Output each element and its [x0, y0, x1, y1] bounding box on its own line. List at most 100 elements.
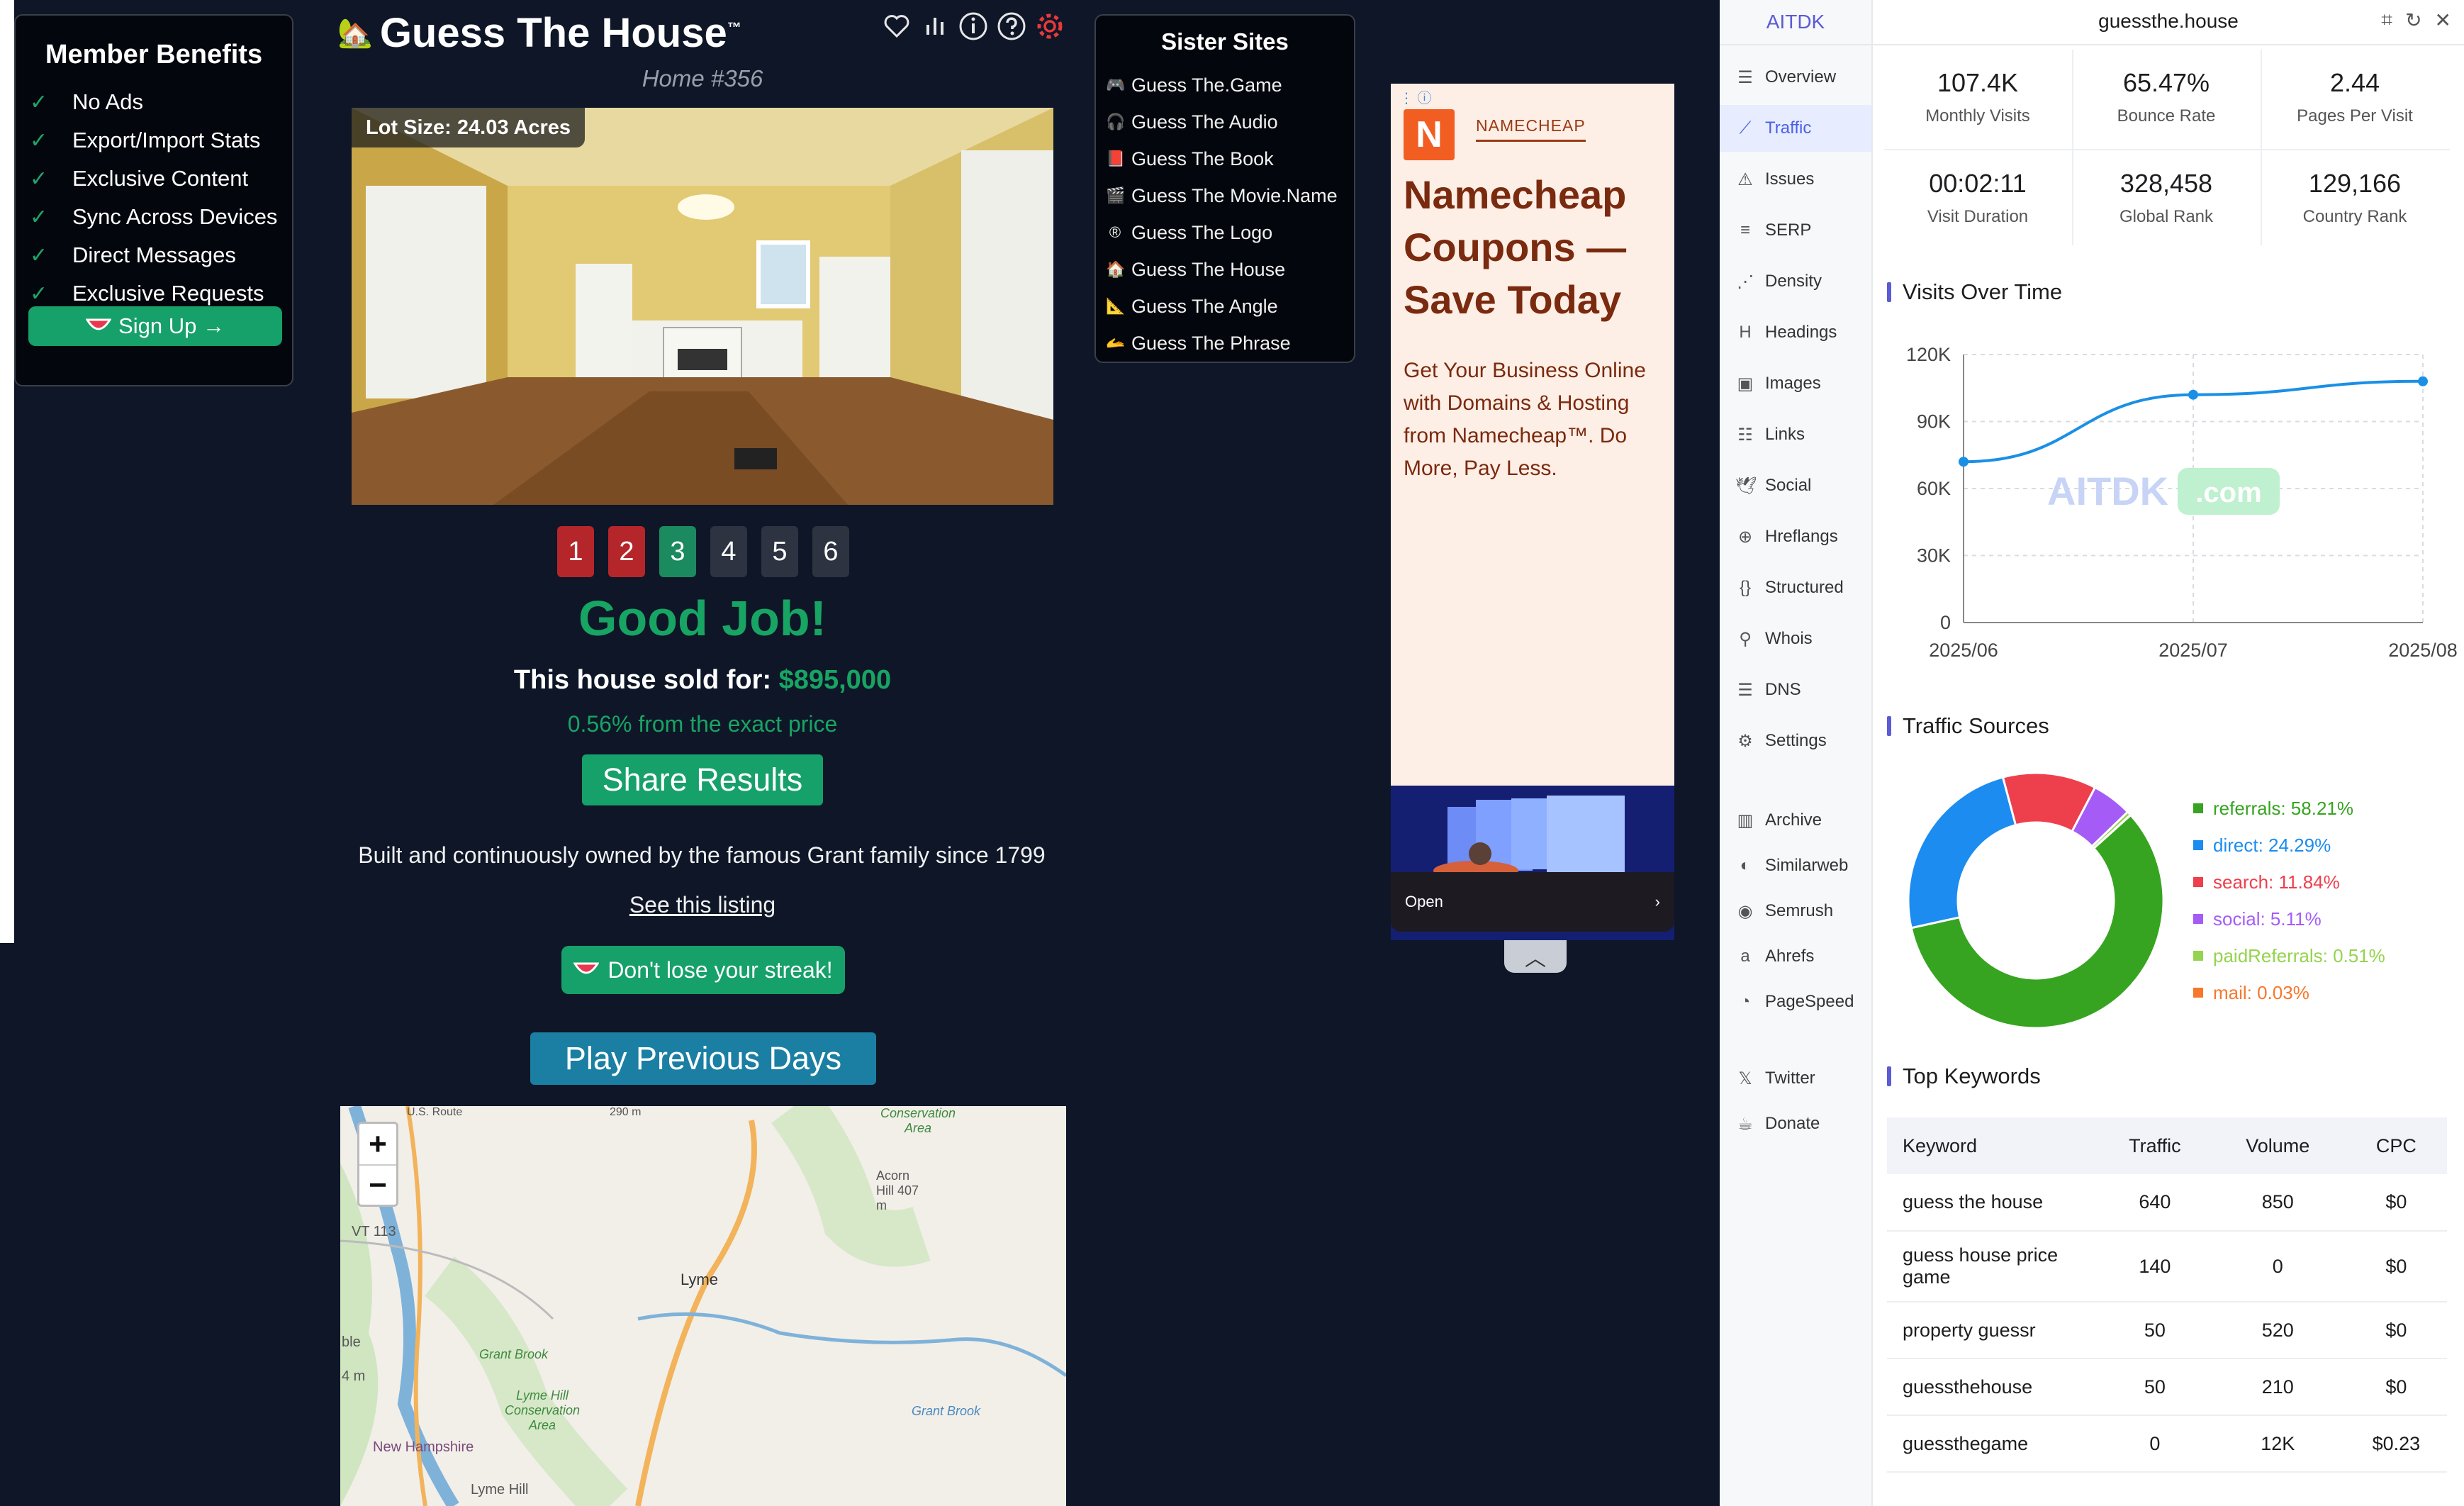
sister-site-link[interactable]: 🎬 Guess The Movie.Name [1106, 177, 1338, 214]
legend-item[interactable]: mail: 0.03% [2193, 974, 2385, 1011]
aitdk-extension-panel: AITDK ☰ Overview ⟋ Traffic ⚠ Issues ≡ SERP ⋰… [1720, 0, 2464, 1506]
column-header[interactable]: Traffic [2100, 1117, 2210, 1174]
nav-density[interactable]: ⋰ Density [1720, 258, 1871, 305]
refresh-icon[interactable]: ↻ [2405, 9, 2421, 32]
keyword-cell[interactable]: guess house price game [1887, 1231, 2100, 1303]
info-icon[interactable] [957, 10, 990, 43]
aitdk-logo[interactable]: AITDK [1720, 0, 1871, 45]
nav-donate[interactable]: ☕ Donate [1720, 1100, 1871, 1147]
nav-twitter[interactable]: 𝕏 Twitter [1720, 1055, 1871, 1102]
sister-site-link[interactable]: 📐 Guess The Angle [1106, 288, 1338, 325]
keyword-cell[interactable]: property guessr [1887, 1302, 2100, 1359]
legend-item[interactable]: paidReferrals: 0.51% [2193, 937, 2385, 974]
stats-icon[interactable] [919, 10, 951, 43]
legend-label: direct: 24.29% [2213, 834, 2331, 856]
server-icon: ☰ [1737, 680, 1753, 700]
guess-box-unused[interactable]: 5 [761, 526, 798, 577]
sister-site-label: Guess The Movie.Name [1131, 184, 1338, 206]
ad-collapse-button[interactable]: ︿ [1504, 940, 1567, 973]
benefit-item: ✓ Direct Messages [30, 236, 277, 274]
house-icon: 🏡 [337, 17, 373, 49]
ruler-triangle-icon: 📐 [1106, 297, 1126, 315]
streak-button[interactable]: Don't lose your streak! [561, 946, 845, 994]
map-label: Lyme Hill Conservation Area [504, 1388, 581, 1432]
sister-site-link[interactable]: 🎮 Guess The.Game [1106, 67, 1338, 104]
keyword-cell[interactable]: guessthehouse [1887, 1359, 2100, 1416]
ad-open-bar[interactable]: Open › [1391, 872, 1674, 932]
map-label: Grant Brook [479, 1347, 549, 1361]
column-header[interactable]: Keyword [1887, 1117, 2100, 1174]
location-map[interactable]: + − VT 113 Lyme Conservation Area Acorn … [340, 1106, 1066, 1506]
sister-site-link[interactable]: 📕 Guess The Book [1106, 140, 1338, 177]
close-icon[interactable]: ✕ [2435, 9, 2451, 32]
legend-item[interactable]: direct: 24.29% [2193, 827, 2385, 864]
volume-cell: 0 [2210, 1231, 2346, 1303]
legend-swatch [2193, 988, 2203, 998]
page-title[interactable]: Guess The House™ [380, 9, 741, 57]
sign-up-button[interactable]: Sign Up → [28, 306, 282, 346]
nav-dns[interactable]: ☰ DNS [1720, 666, 1871, 713]
help-icon[interactable] [995, 10, 1028, 43]
settings-gear-icon[interactable] [1034, 10, 1066, 43]
nav-images[interactable]: ▣ Images [1720, 360, 1871, 407]
donut-slice-direct[interactable] [1907, 776, 2017, 930]
nav-settings[interactable]: ⚙ Settings [1720, 718, 1871, 764]
heart-icon[interactable] [880, 10, 913, 43]
ad-brand: NAMECHEAP [1476, 116, 1586, 142]
home-number: Home #356 [642, 65, 763, 91]
share-results-button[interactable]: Share Results [582, 754, 823, 805]
nav-similarweb[interactable]: ◐ Similarweb [1720, 842, 1871, 889]
sister-site-link[interactable]: 🎧 Guess The Audio [1106, 104, 1338, 140]
map-label: Conservation Area [880, 1106, 956, 1135]
nav-issues[interactable]: ⚠ Issues [1720, 156, 1871, 203]
benefit-label: Exclusive Requests [72, 281, 264, 306]
guess-box-wrong[interactable]: 1 [557, 526, 594, 577]
crop-icon[interactable]: ⌗ [2381, 9, 2392, 32]
page-title-text: Guess The House [379, 9, 727, 56]
see-listing-link[interactable]: See this listing [352, 892, 1053, 918]
book-icon: 📕 [1106, 150, 1126, 167]
nav-overview[interactable]: ☰ Overview [1720, 54, 1871, 101]
nav-structured[interactable]: {} Structured [1720, 564, 1871, 611]
nav-label: Settings [1765, 731, 1827, 750]
zoom-out-button[interactable]: − [359, 1164, 396, 1205]
nav-pagespeed[interactable]: ◔ PageSpeed [1720, 978, 1871, 1025]
column-header[interactable]: Volume [2210, 1117, 2346, 1174]
column-header[interactable]: CPC [2345, 1117, 2447, 1174]
advertisement[interactable]: ⋮ ⓘ N NAMECHEAP Namecheap Coupons — Save… [1391, 84, 1674, 940]
nav-headings[interactable]: H Headings [1720, 309, 1871, 356]
nav-whois[interactable]: ⚲ Whois [1720, 615, 1871, 662]
table-row: property guessr 50 520 $0 [1887, 1302, 2447, 1359]
ad-info-icon[interactable]: ⋮ ⓘ [1399, 87, 1432, 107]
benefit-label: No Ads [72, 89, 143, 114]
zoom-in-button[interactable]: + [359, 1124, 396, 1164]
traffic-cell: 140 [2100, 1231, 2210, 1303]
nav-semrush[interactable]: ◉ Semrush [1720, 888, 1871, 935]
namecheap-logo-icon: N [1404, 109, 1455, 160]
guess-box-unused[interactable]: 6 [812, 526, 849, 577]
legend-item[interactable]: referrals: 58.21% [2193, 790, 2385, 827]
nav-serp[interactable]: ≡ SERP [1720, 207, 1871, 254]
clapperboard-icon: 🎬 [1106, 186, 1126, 204]
sister-site-link[interactable]: ® Guess The Logo [1106, 214, 1338, 251]
sister-site-link[interactable]: 🏠 Guess The House [1106, 251, 1338, 288]
nav-traffic[interactable]: ⟋ Traffic [1720, 105, 1871, 152]
keyword-cell[interactable]: guessthegame [1887, 1415, 2100, 1473]
nav-social[interactable]: 🕊 Social [1720, 462, 1871, 509]
guess-box-unused[interactable]: 4 [710, 526, 747, 577]
nav-label: Issues [1765, 169, 1815, 189]
traffic-cell: 0 [2100, 1415, 2210, 1473]
guess-box-correct[interactable]: 3 [659, 526, 696, 577]
legend-item[interactable]: search: 11.84% [2193, 864, 2385, 900]
nav-hreflangs[interactable]: ⊕ Hreflangs [1720, 513, 1871, 560]
nav-ahrefs[interactable]: a Ahrefs [1720, 933, 1871, 980]
nav-archive[interactable]: ▥ Archive [1720, 797, 1871, 844]
stat-label: Pages Per Visit [2297, 106, 2413, 126]
play-previous-days-button[interactable]: Play Previous Days [530, 1032, 876, 1085]
guess-box-wrong[interactable]: 2 [608, 526, 645, 577]
nav-label: DNS [1765, 680, 1801, 699]
legend-item[interactable]: social: 5.11% [2193, 900, 2385, 937]
sister-site-link[interactable]: 🫴 Guess The Phrase [1106, 325, 1338, 362]
nav-links[interactable]: ☷ Links [1720, 411, 1871, 458]
keyword-cell[interactable]: guess the house [1887, 1174, 2100, 1232]
